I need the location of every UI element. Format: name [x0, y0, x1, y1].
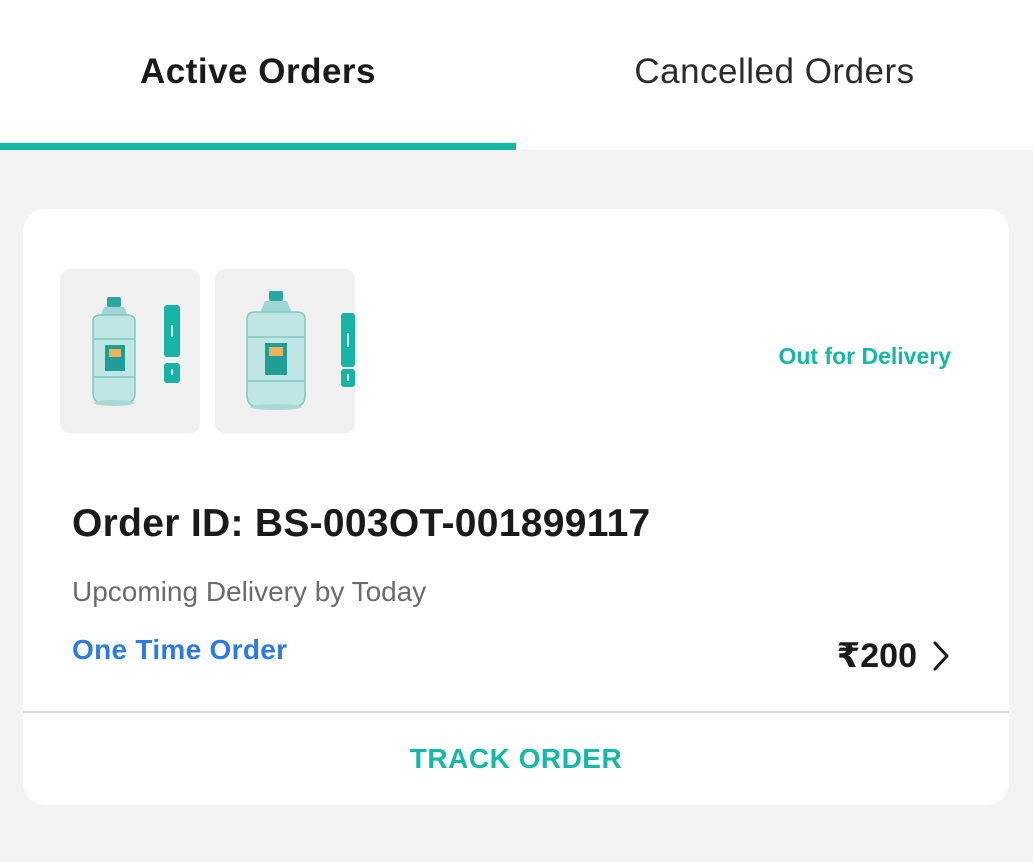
tab-cancelled-orders[interactable]: Cancelled Orders: [516, 0, 1033, 150]
order-tabs: Active Orders Cancelled Orders: [0, 0, 1033, 150]
order-id: Order ID: BS-003OT-001899117: [72, 502, 651, 545]
delivery-status-badge: Out for Delivery: [778, 343, 951, 369]
water-jar-image: [92, 297, 180, 406]
order-price-link[interactable]: ₹200: [837, 636, 951, 676]
tab-active-orders[interactable]: Active Orders: [0, 0, 516, 150]
water-jar-image: [246, 291, 355, 410]
active-tab-indicator: [0, 143, 516, 150]
order-card[interactable]: Out for Delivery Order ID: BS-003OT-0018…: [23, 209, 1009, 805]
product-thumbnail: [215, 269, 355, 433]
chevron-right-icon: [933, 641, 949, 671]
order-price: ₹200: [836, 637, 917, 675]
order-type-label: One Time Order: [72, 634, 288, 665]
product-thumbnail: [60, 269, 200, 433]
delivery-eta: Upcoming Delivery by Today: [72, 576, 427, 607]
track-order-button[interactable]: TRACK ORDER: [23, 713, 1009, 805]
